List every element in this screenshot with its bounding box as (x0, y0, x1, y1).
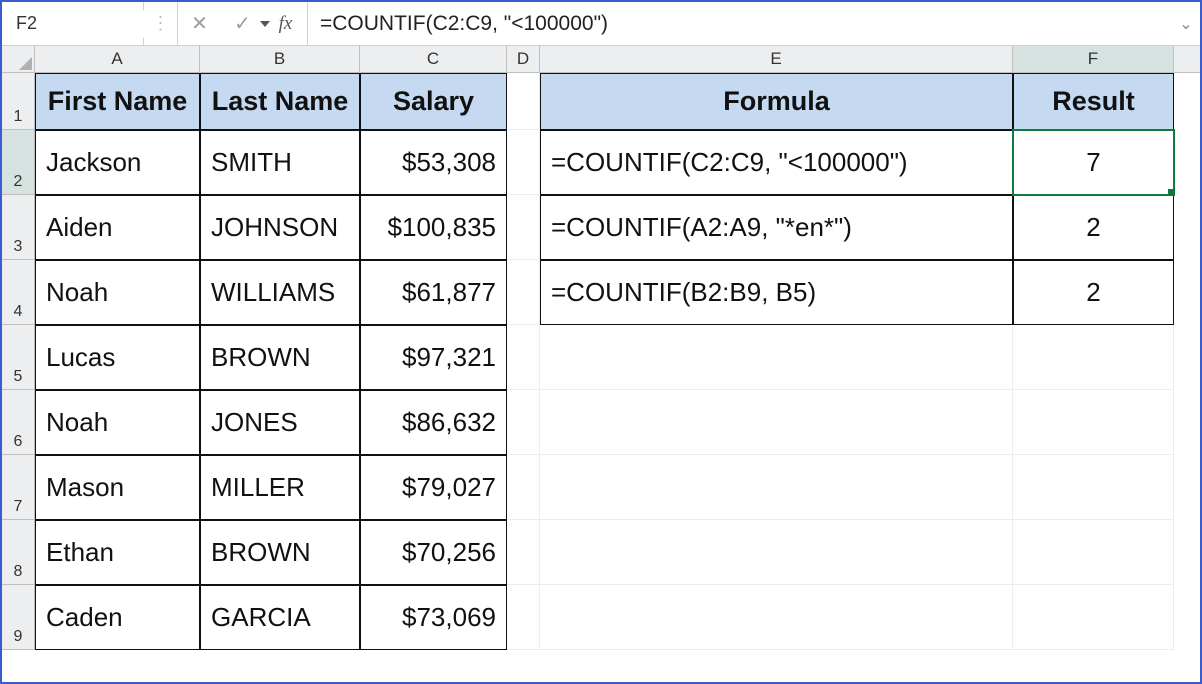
cell-D6[interactable] (507, 390, 540, 455)
row-4: 4 Noah WILLIAMS $61,877 =COUNTIF(B2:B9, … (2, 260, 1200, 325)
cell-C3[interactable]: $100,835 (360, 195, 507, 260)
col-header-A[interactable]: A (35, 46, 200, 72)
cell-C5[interactable]: $97,321 (360, 325, 507, 390)
spreadsheet-grid: A B C D E F 1 First Name Last Name Salar… (2, 46, 1200, 682)
cell-E8[interactable] (540, 520, 1013, 585)
col-header-B[interactable]: B (200, 46, 360, 72)
cell-B5[interactable]: BROWN (200, 325, 360, 390)
cell-D5[interactable] (507, 325, 540, 390)
row-header-6[interactable]: 6 (2, 390, 35, 455)
cell-D9[interactable] (507, 585, 540, 650)
name-box-wrap (2, 2, 144, 45)
formula-input[interactable]: =COUNTIF(C2:C9, "<100000") (308, 2, 1172, 45)
cell-A5[interactable]: Lucas (35, 325, 200, 390)
cell-D2[interactable] (507, 130, 540, 195)
row-7: 7 Mason MILLER $79,027 (2, 455, 1200, 520)
row-header-9[interactable]: 9 (2, 585, 35, 650)
cell-E3[interactable]: =COUNTIF(A2:A9, "*en*") (540, 195, 1013, 260)
row-3: 3 Aiden JOHNSON $100,835 =COUNTIF(A2:A9,… (2, 195, 1200, 260)
row-header-5[interactable]: 5 (2, 325, 35, 390)
row-header-2[interactable]: 2 (2, 130, 35, 195)
cancel-button[interactable]: ✕ (187, 11, 213, 37)
cell-F7[interactable] (1013, 455, 1174, 520)
cell-D8[interactable] (507, 520, 540, 585)
cell-F3[interactable]: 2 (1013, 195, 1174, 260)
cell-E1[interactable]: Formula (540, 73, 1013, 130)
cell-E2[interactable]: =COUNTIF(C2:C9, "<100000") (540, 130, 1013, 195)
cell-B2[interactable]: SMITH (200, 130, 360, 195)
enter-button[interactable]: ✓ (230, 11, 256, 37)
row-1: 1 First Name Last Name Salary Formula Re… (2, 73, 1200, 130)
cell-E6[interactable] (540, 390, 1013, 455)
column-header-row: A B C D E F (2, 46, 1200, 73)
row-header-1[interactable]: 1 (2, 73, 35, 130)
row-5: 5 Lucas BROWN $97,321 (2, 325, 1200, 390)
row-2: 2 Jackson SMITH $53,308 =COUNTIF(C2:C9, … (2, 130, 1200, 195)
cell-D4[interactable] (507, 260, 540, 325)
formula-bar-buttons: ✕ ✓ fx (178, 2, 308, 45)
cell-E7[interactable] (540, 455, 1013, 520)
cell-C7[interactable]: $79,027 (360, 455, 507, 520)
cell-A2[interactable]: Jackson (35, 130, 200, 195)
cell-A9[interactable]: Caden (35, 585, 200, 650)
cell-F8[interactable] (1013, 520, 1174, 585)
row-header-7[interactable]: 7 (2, 455, 35, 520)
grid-rows: 1 First Name Last Name Salary Formula Re… (2, 73, 1200, 682)
insert-function-button[interactable]: fx (273, 11, 299, 37)
row-header-3[interactable]: 3 (2, 195, 35, 260)
cell-C9[interactable]: $73,069 (360, 585, 507, 650)
cell-C8[interactable]: $70,256 (360, 520, 507, 585)
row-header-8[interactable]: 8 (2, 520, 35, 585)
cell-E9[interactable] (540, 585, 1013, 650)
cell-A1[interactable]: First Name (35, 73, 200, 130)
cell-A6[interactable]: Noah (35, 390, 200, 455)
cell-F4[interactable]: 2 (1013, 260, 1174, 325)
row-6: 6 Noah JONES $86,632 (2, 390, 1200, 455)
row-header-4[interactable]: 4 (2, 260, 35, 325)
cell-E4[interactable]: =COUNTIF(B2:B9, B5) (540, 260, 1013, 325)
cell-B4[interactable]: WILLIAMS (200, 260, 360, 325)
cell-B3[interactable]: JOHNSON (200, 195, 360, 260)
cell-D3[interactable] (507, 195, 540, 260)
formula-bar-grip: ⋮ (144, 2, 178, 45)
cell-C6[interactable]: $86,632 (360, 390, 507, 455)
cell-F9[interactable] (1013, 585, 1174, 650)
cell-F2[interactable]: 7 (1013, 130, 1174, 195)
cell-B1[interactable]: Last Name (200, 73, 360, 130)
cell-B9[interactable]: GARCIA (200, 585, 360, 650)
cell-A8[interactable]: Ethan (35, 520, 200, 585)
cell-D1[interactable] (507, 73, 540, 130)
col-header-F[interactable]: F (1013, 46, 1174, 72)
col-header-E[interactable]: E (540, 46, 1013, 72)
cell-C4[interactable]: $61,877 (360, 260, 507, 325)
cell-A4[interactable]: Noah (35, 260, 200, 325)
cell-B6[interactable]: JONES (200, 390, 360, 455)
col-header-C[interactable]: C (360, 46, 507, 72)
cell-C1[interactable]: Salary (360, 73, 507, 130)
formula-bar: ⋮ ✕ ✓ fx =COUNTIF(C2:C9, "<100000") ⌄ (2, 2, 1200, 46)
formula-bar-expand-icon[interactable]: ⌄ (1172, 2, 1200, 45)
row-9: 9 Caden GARCIA $73,069 (2, 585, 1200, 650)
cell-C2[interactable]: $53,308 (360, 130, 507, 195)
cell-D7[interactable] (507, 455, 540, 520)
cell-A3[interactable]: Aiden (35, 195, 200, 260)
cell-F6[interactable] (1013, 390, 1174, 455)
col-header-D[interactable]: D (507, 46, 540, 72)
row-8: 8 Ethan BROWN $70,256 (2, 520, 1200, 585)
cell-F1[interactable]: Result (1013, 73, 1174, 130)
select-all-corner[interactable] (2, 46, 35, 72)
cell-B7[interactable]: MILLER (200, 455, 360, 520)
cell-A7[interactable]: Mason (35, 455, 200, 520)
cell-B8[interactable]: BROWN (200, 520, 360, 585)
cell-E5[interactable] (540, 325, 1013, 390)
cell-F5[interactable] (1013, 325, 1174, 390)
app-frame: ⋮ ✕ ✓ fx =COUNTIF(C2:C9, "<100000") ⌄ A … (0, 0, 1202, 684)
